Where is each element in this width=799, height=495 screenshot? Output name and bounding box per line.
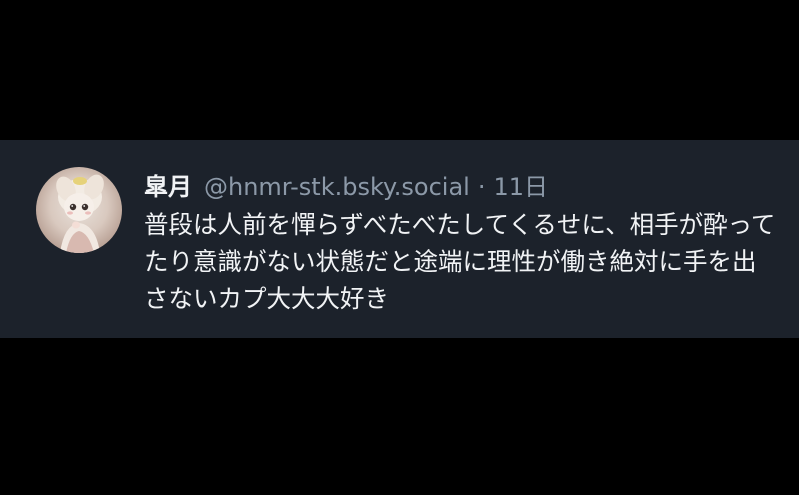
author-display-name[interactable]: 皐月 <box>144 170 192 204</box>
post-body: 皐月 @hnmr-stk.bsky.social · 11日 普段は人前を憚らず… <box>144 170 784 317</box>
post-header: 皐月 @hnmr-stk.bsky.social · 11日 <box>144 170 784 204</box>
post-timestamp[interactable]: 11日 <box>494 170 549 204</box>
avatar[interactable] <box>36 167 122 253</box>
author-handle[interactable]: @hnmr-stk.bsky.social <box>204 170 470 204</box>
post-card[interactable]: 皐月 @hnmr-stk.bsky.social · 11日 普段は人前を憚らず… <box>0 140 799 338</box>
post-text: 普段は人前を憚らずべたべたしてくるせに、相手が酔ってたり意識がない状態だと途端に… <box>144 210 776 313</box>
doll-avatar-icon <box>56 174 104 253</box>
header-separator: · <box>477 173 486 201</box>
